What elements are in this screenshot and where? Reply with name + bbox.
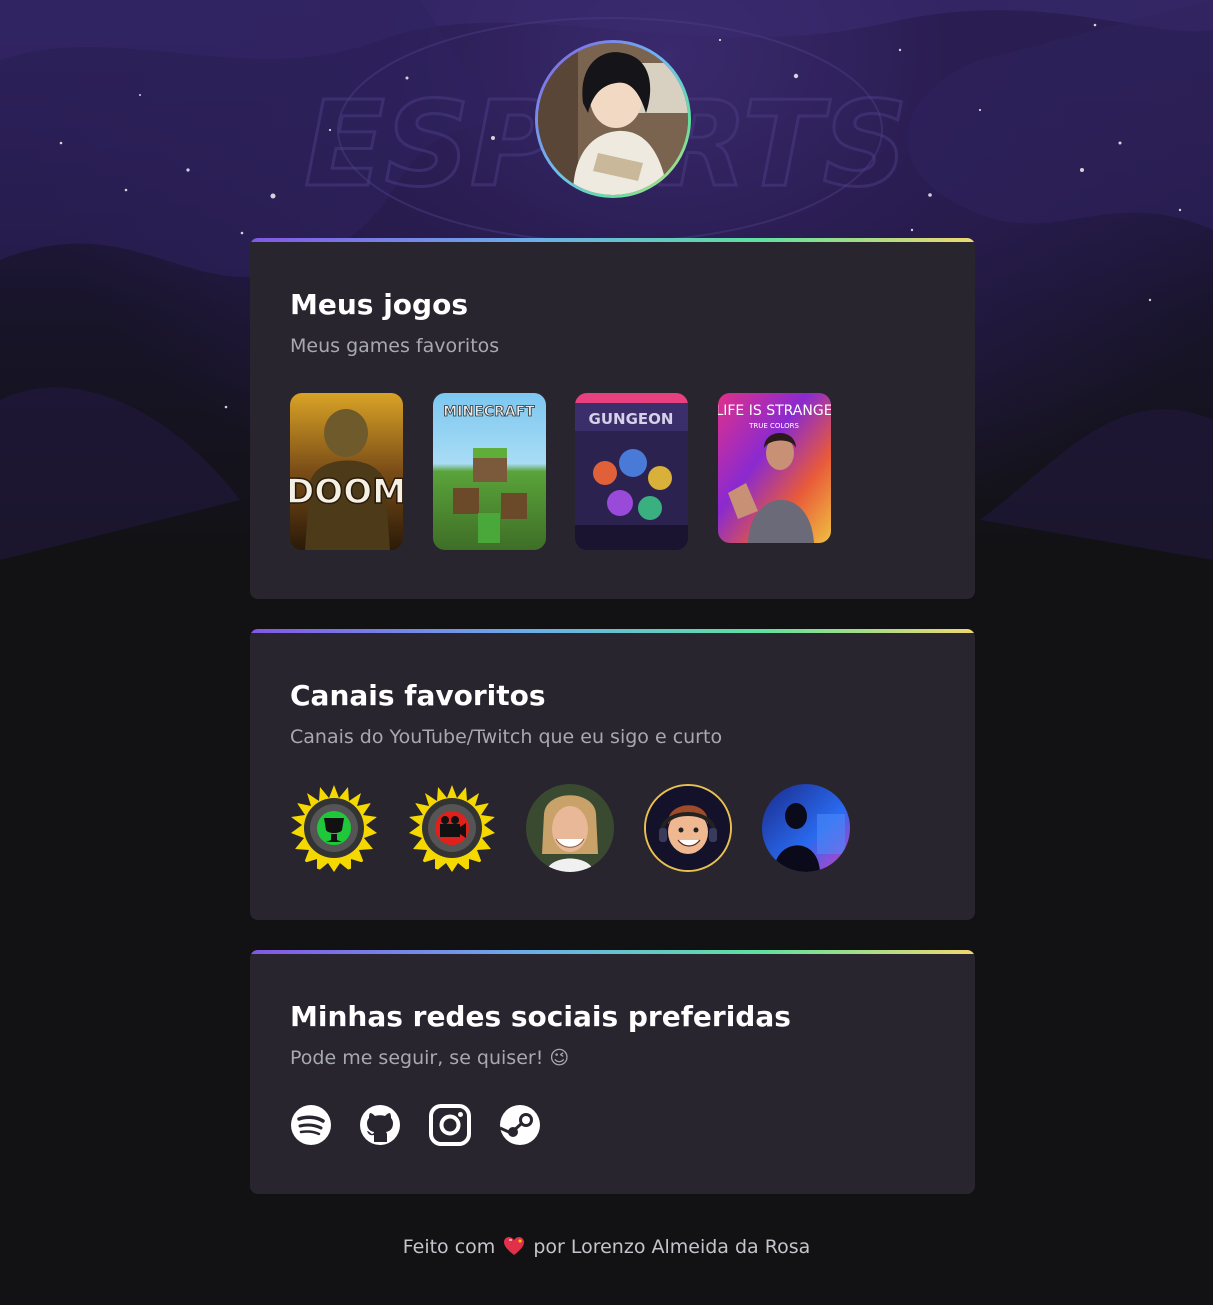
channel-avatar-3[interactable] — [526, 784, 614, 872]
channels-card: Canais favoritos Canais do YouTube/Twitc… — [250, 629, 975, 920]
footer-suffix: por Lorenzo Almeida da Rosa — [533, 1236, 811, 1258]
minecraft-cover-text: MINECRAFT — [443, 404, 535, 420]
doom-cover-text: DOOM — [290, 472, 403, 512]
footer-prefix: Feito com — [402, 1236, 496, 1258]
game-cover-minecraft[interactable]: MINECRAFT — [433, 393, 546, 550]
channel-avatar-2[interactable] — [408, 784, 496, 872]
games-card: Meus jogos Meus games favoritos DOOM MIN… — [250, 238, 975, 599]
games-title: Meus jogos — [290, 288, 468, 321]
steam-icon[interactable] — [499, 1104, 541, 1146]
game-cover-doom[interactable]: DOOM — [290, 393, 403, 550]
profile-avatar — [538, 43, 688, 195]
footer: Feito com por Lorenzo Almeida da Rosa — [0, 1236, 1213, 1258]
instagram-icon[interactable] — [429, 1104, 471, 1146]
lis-cover-text: LIFE IS STRANGE — [718, 403, 831, 419]
github-icon[interactable] — [359, 1104, 401, 1146]
profile-avatar-frame — [535, 40, 691, 198]
channel-avatar-1[interactable] — [290, 784, 378, 872]
channels-title: Canais favoritos — [290, 679, 546, 712]
gungeon-cover-text: GUNGEON — [589, 410, 674, 428]
games-subtitle: Meus games favoritos — [290, 335, 500, 357]
lis-cover-subtext: TRUE COLORS — [748, 422, 799, 430]
social-subtitle: Pode me seguir, se quiser! 😉 — [290, 1047, 570, 1069]
game-cover-life-is-strange[interactable]: LIFE IS STRANGE TRUE COLORS — [718, 393, 831, 543]
social-card: Minhas redes sociais preferidas Pode me … — [250, 950, 975, 1194]
channels-subtitle: Canais do YouTube/Twitch que eu sigo e c… — [290, 726, 723, 748]
game-cover-gungeon[interactable]: GUNGEON — [575, 393, 688, 550]
channel-avatar-5[interactable] — [762, 784, 850, 872]
spotify-icon[interactable] — [290, 1104, 332, 1146]
heart-icon — [503, 1236, 525, 1256]
social-title: Minhas redes sociais preferidas — [290, 1000, 791, 1033]
channel-avatar-4[interactable] — [644, 784, 732, 872]
